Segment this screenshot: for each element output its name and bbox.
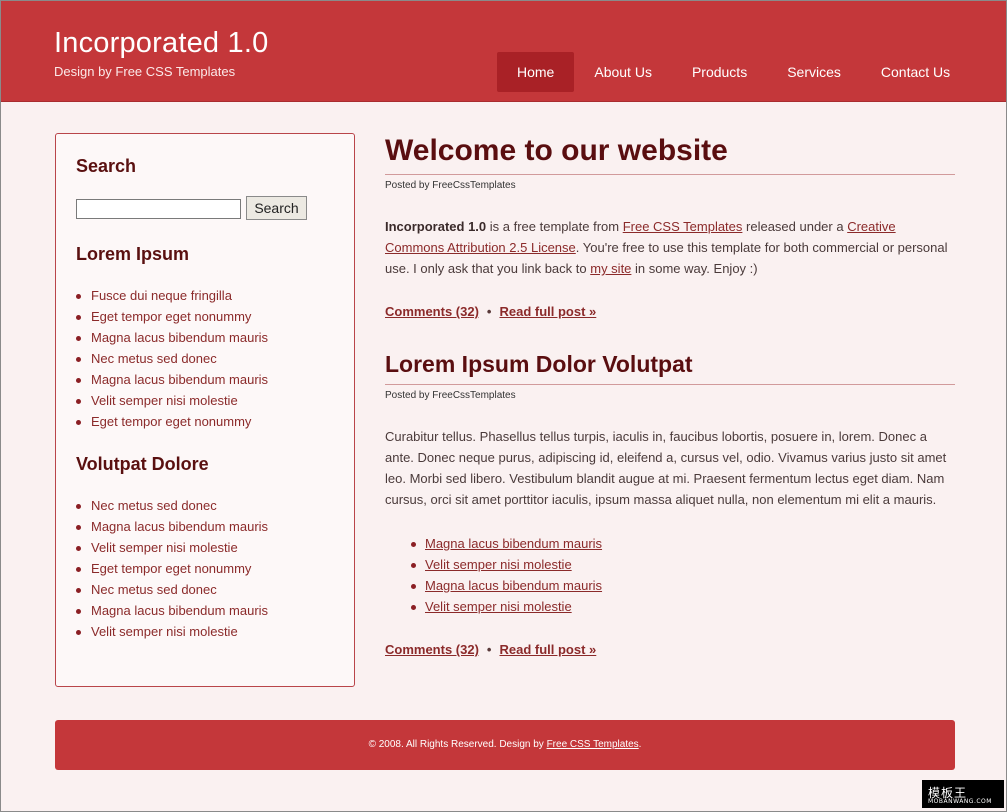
comments-link[interactable]: Comments (32)	[385, 304, 479, 319]
watermark-logo: 模板王 MOBANWANG.COM	[922, 780, 1004, 808]
site-subtitle: Design by Free CSS Templates	[54, 64, 236, 79]
post-meta: Posted by FreeCssTemplates	[385, 390, 516, 401]
bullet-icon	[76, 315, 81, 320]
bullet-icon	[411, 584, 416, 589]
menu-item-about-us[interactable]: About Us	[574, 52, 672, 92]
main-menu: Home About Us Products Services Contact …	[497, 52, 970, 92]
bullet-icon	[76, 336, 81, 341]
post-list: Magna lacus bibendum mauris Velit semper…	[411, 533, 602, 617]
volutpat-dolore-list: Nec metus sed donec Magna lacus bibendum…	[76, 495, 268, 642]
sidebar-link[interactable]: Nec metus sed donec	[76, 348, 268, 369]
separator: •	[486, 304, 492, 319]
menu-item-contact-us[interactable]: Contact Us	[861, 52, 970, 92]
bullet-icon	[411, 542, 416, 547]
list-item: Magna lacus bibendum mauris	[411, 533, 602, 554]
sidebar-link[interactable]: Eget tempor eget nonummy	[76, 411, 268, 432]
post-title[interactable]: Welcome to our website	[385, 134, 728, 168]
free-css-templates-link[interactable]: Free CSS Templates	[623, 219, 743, 234]
list-item: Velit semper nisi molestie	[411, 554, 602, 575]
list-item: Magna lacus bibendum mauris	[411, 575, 602, 596]
bullet-icon	[76, 525, 81, 530]
bullet-icon	[76, 588, 81, 593]
post-body: Curabitur tellus. Phasellus tellus turpi…	[385, 429, 947, 507]
sidebar-link[interactable]: Velit semper nisi molestie	[76, 390, 268, 411]
post-meta: Posted by FreeCssTemplates	[385, 180, 516, 191]
volutpat-dolore-heading: Volutpat Dolore	[76, 454, 209, 474]
comments-link[interactable]: Comments (32)	[385, 642, 479, 657]
sidebar: Search Search Lorem Ipsum Fusce dui nequ…	[55, 133, 355, 687]
bullet-icon	[76, 357, 81, 362]
watermark-url: MOBANWANG.COM	[928, 798, 992, 805]
title-divider	[385, 174, 955, 175]
sidebar-link[interactable]: Eget tempor eget nonummy	[76, 558, 268, 579]
list-link[interactable]: Magna lacus bibendum mauris	[425, 536, 602, 551]
sidebar-link[interactable]: Magna lacus bibendum mauris	[76, 327, 268, 348]
read-more-link[interactable]: Read full post »	[499, 304, 596, 319]
bullet-icon	[76, 420, 81, 425]
sidebar-link[interactable]: Nec metus sed donec	[76, 579, 268, 600]
footer-link[interactable]: Free CSS Templates	[547, 739, 639, 750]
sidebar-link[interactable]: Nec metus sed donec	[76, 495, 268, 516]
footer-text: © 2008. All Rights Reserved. Design by F…	[368, 739, 642, 750]
search-heading: Search	[76, 156, 137, 176]
sidebar-link[interactable]: Eget tempor eget nonummy	[76, 306, 268, 327]
post-body-bold: Incorporated 1.0	[385, 219, 487, 234]
search-input[interactable]	[76, 199, 241, 219]
lorem-ipsum-heading: Lorem Ipsum	[76, 244, 190, 264]
bullet-icon	[76, 399, 81, 404]
site-header: Incorporated 1.0 Design by Free CSS Temp…	[1, 1, 1006, 102]
post-body: Incorporated 1.0 is a free template from…	[385, 219, 948, 276]
sidebar-link[interactable]: Magna lacus bibendum mauris	[76, 600, 268, 621]
site-footer: © 2008. All Rights Reserved. Design by F…	[55, 720, 955, 770]
menu-item-products[interactable]: Products	[672, 52, 767, 92]
bullet-icon	[76, 567, 81, 572]
bullet-icon	[76, 378, 81, 383]
post-links: Comments (32) • Read full post »	[385, 642, 596, 657]
bullet-icon	[76, 630, 81, 635]
sidebar-link[interactable]: Fusce dui neque fringilla	[76, 285, 268, 306]
list-link[interactable]: Magna lacus bibendum mauris	[425, 578, 602, 593]
post-title[interactable]: Lorem Ipsum Dolor Volutpat	[385, 351, 693, 378]
sidebar-link[interactable]: Velit semper nisi molestie	[76, 621, 268, 642]
sidebar-link[interactable]: Velit semper nisi molestie	[76, 537, 268, 558]
my-site-link[interactable]: my site	[590, 261, 631, 276]
read-more-link[interactable]: Read full post »	[499, 642, 596, 657]
title-divider	[385, 384, 955, 385]
post-links: Comments (32) • Read full post »	[385, 304, 596, 319]
list-link[interactable]: Velit semper nisi molestie	[425, 557, 572, 572]
bullet-icon	[76, 546, 81, 551]
menu-item-services[interactable]: Services	[767, 52, 861, 92]
separator: •	[486, 642, 492, 657]
menu-item-home[interactable]: Home	[497, 52, 575, 92]
search-button[interactable]: Search	[246, 196, 307, 220]
bullet-icon	[76, 294, 81, 299]
list-link[interactable]: Velit semper nisi molestie	[425, 599, 572, 614]
lorem-ipsum-list: Fusce dui neque fringilla Eget tempor eg…	[76, 285, 268, 432]
bullet-icon	[76, 504, 81, 509]
sidebar-link[interactable]: Magna lacus bibendum mauris	[76, 369, 268, 390]
bullet-icon	[76, 609, 81, 614]
sidebar-link[interactable]: Magna lacus bibendum mauris	[76, 516, 268, 537]
bullet-icon	[411, 605, 416, 610]
bullet-icon	[411, 563, 416, 568]
list-item: Velit semper nisi molestie	[411, 596, 602, 617]
site-title[interactable]: Incorporated 1.0	[54, 27, 268, 60]
